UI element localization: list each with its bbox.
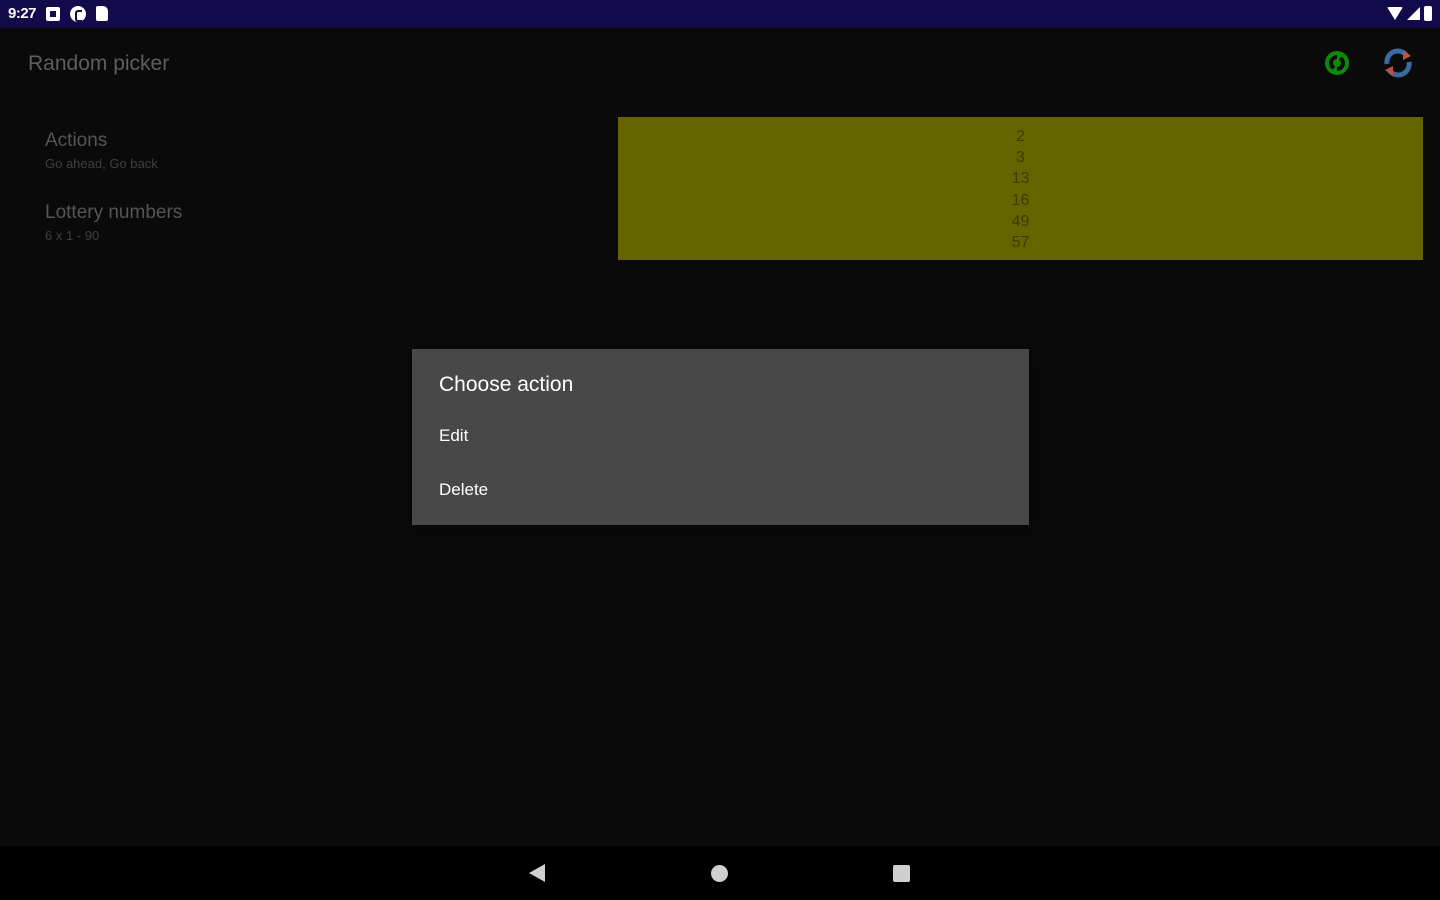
result-panel: 2 3 13 16 49 57 bbox=[618, 117, 1423, 260]
app-title: Random picker bbox=[28, 52, 170, 75]
recents-icon[interactable] bbox=[893, 865, 910, 882]
battery-icon bbox=[1424, 6, 1432, 21]
result-number: 13 bbox=[1011, 170, 1030, 188]
status-bar: 9:27 bbox=[0, 0, 1440, 28]
screen: 9:27 Random picker Actions Go ahead, Go … bbox=[0, 0, 1440, 900]
notification-square-icon bbox=[46, 6, 61, 21]
edit-menu-item[interactable]: Edit bbox=[439, 426, 468, 446]
sync-icon[interactable] bbox=[1320, 46, 1354, 80]
delete-menu-item[interactable]: Delete bbox=[439, 480, 488, 500]
status-right bbox=[1387, 6, 1432, 21]
sd-card-icon bbox=[96, 6, 109, 21]
wifi-icon bbox=[1387, 7, 1403, 20]
list-item-lottery-numbers[interactable]: Lottery numbers 6 x 1 - 90 bbox=[45, 202, 182, 243]
refresh-icon[interactable] bbox=[1381, 46, 1415, 80]
list-item-title: Lottery numbers bbox=[45, 202, 183, 223]
choose-action-dialog: Choose action Edit Delete bbox=[412, 349, 1029, 525]
navigation-bar bbox=[0, 846, 1440, 900]
list-item-subtitle: Go ahead, Go back bbox=[45, 156, 158, 171]
result-number: 57 bbox=[1011, 234, 1030, 252]
back-icon[interactable] bbox=[529, 864, 545, 882]
app-notification-icon bbox=[70, 5, 87, 22]
list-item-title: Actions bbox=[45, 130, 108, 151]
result-numbers: 2 3 13 16 49 57 bbox=[618, 126, 1423, 253]
home-icon[interactable] bbox=[711, 865, 728, 882]
result-number: 16 bbox=[1011, 191, 1030, 209]
result-number: 2 bbox=[1016, 128, 1025, 145]
list-item-actions[interactable]: Actions Go ahead, Go back bbox=[45, 130, 158, 171]
result-number: 49 bbox=[1011, 212, 1030, 230]
dialog-title: Choose action bbox=[439, 373, 574, 396]
app-bar: Random picker bbox=[0, 28, 1440, 100]
status-time: 9:27 bbox=[8, 5, 37, 22]
status-left: 9:27 bbox=[8, 5, 109, 22]
result-number: 3 bbox=[1016, 149, 1025, 167]
signal-icon bbox=[1407, 7, 1420, 20]
list-item-subtitle: 6 x 1 - 90 bbox=[45, 228, 100, 243]
